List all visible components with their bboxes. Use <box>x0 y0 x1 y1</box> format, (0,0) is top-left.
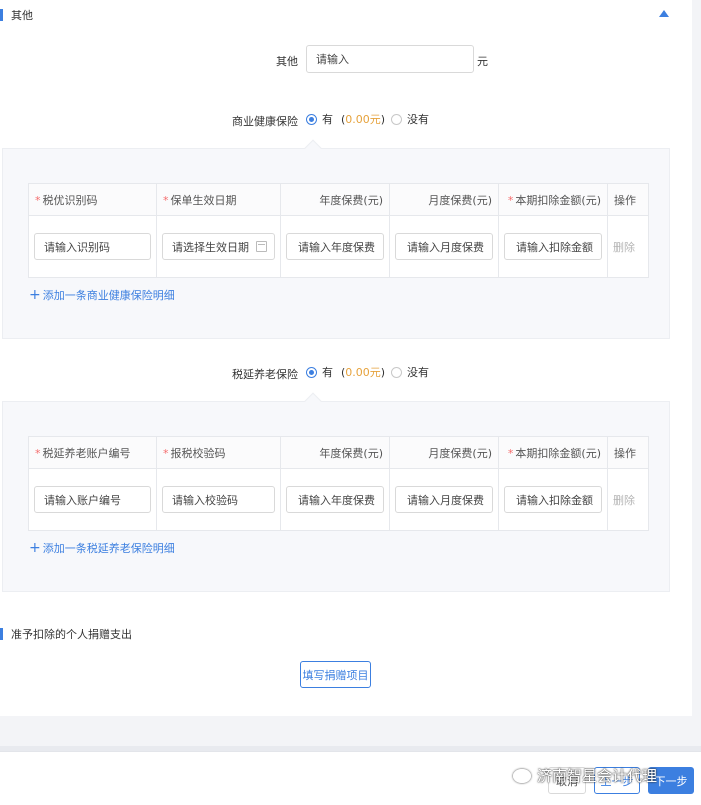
code-input[interactable]: 请输入识别码 <box>34 233 151 260</box>
annual-premium-input[interactable]: 请输入年度保费 <box>286 233 384 260</box>
deduct-amount-input[interactable]: 请输入扣除金额 <box>504 233 602 260</box>
plus-icon: + <box>29 540 41 556</box>
tax-pension-yes-radio[interactable]: 有 ( 0.00元 ) <box>306 364 385 380</box>
section-title-other: 其他 <box>0 7 33 23</box>
col-header-account: * 税延养老账户编号 <box>28 436 157 469</box>
other-input[interactable]: 请输入 <box>306 45 474 73</box>
col-header-date: * 保单生效日期 <box>156 183 281 216</box>
section-marker <box>0 628 3 640</box>
other-label: 其他 <box>276 55 298 68</box>
commercial-health-detail-box: * 税优识别码 * 保单生效日期 年度保费(元) 月度保费(元) * 本期扣除金额(元… <box>2 139 670 339</box>
monthly-premium-input[interactable]: 请输入月度保费 <box>395 233 493 260</box>
calendar-icon <box>256 241 267 252</box>
tax-pension-no-radio[interactable]: 没有 <box>391 364 429 380</box>
col-header-monthly: 月度保费(元) <box>389 183 499 216</box>
section-title-text: 其他 <box>11 9 33 22</box>
col-header-deduct: * 本期扣除金额(元) <box>498 183 608 216</box>
radio-checked-icon <box>306 113 317 125</box>
watermark: 济南智星会计代理 <box>513 765 657 786</box>
col-header-deduct: * 本期扣除金额(元) <box>498 436 608 469</box>
add-link-label: 添加一条税延养老保险明细 <box>42 542 175 555</box>
section-marker <box>0 9 3 21</box>
date-picker[interactable]: 请选择生效日期 <box>162 233 275 260</box>
tax-pension-amount: 0.00元 <box>345 366 381 379</box>
detail-caret <box>304 139 322 157</box>
table-row: 请输入账户编号 请输入校验码 请输入年度保费 请输入月度保费 请输入扣除金额 删… <box>28 468 649 531</box>
commercial-health-no-radio[interactable]: 没有 <box>391 111 429 127</box>
tax-pension-detail-box: * 税延养老账户编号 * 报税校验码 年度保费(元) 月度保费(元) * 本期扣除金额… <box>2 392 670 592</box>
collapse-up-icon[interactable] <box>659 10 669 17</box>
date-placeholder: 请选择生效日期 <box>172 240 249 254</box>
annual-premium-input[interactable]: 请输入年度保费 <box>286 486 384 513</box>
col-header-action: 操作 <box>607 436 649 469</box>
section-title-donation: 准予扣除的个人捐赠支出 <box>0 626 132 642</box>
detail-caret <box>304 392 322 410</box>
radio-unchecked-icon <box>391 366 402 378</box>
col-header-annual: 年度保费(元) <box>280 436 390 469</box>
form-panel: 其他 其他 请输入 元 商业健康保险 有 ( 0.00元 ) 没有 * 税优识别码… <box>0 0 692 716</box>
commercial-health-table: * 税优识别码 * 保单生效日期 年度保费(元) 月度保费(元) * 本期扣除金额(元… <box>28 183 649 278</box>
scrollbar-track[interactable] <box>692 0 701 716</box>
col-header-action: 操作 <box>607 183 649 216</box>
commercial-health-amount: 0.00元 <box>345 113 381 126</box>
radio-no-label: 没有 <box>407 366 429 379</box>
watermark-text: 济南智星会计代理 <box>537 767 658 785</box>
col-header-annual: 年度保费(元) <box>280 183 390 216</box>
table-header-row: * 税延养老账户编号 * 报税校验码 年度保费(元) 月度保费(元) * 本期扣除金额… <box>28 436 649 469</box>
radio-checked-icon <box>306 366 317 378</box>
radio-unchecked-icon <box>391 113 402 125</box>
commercial-health-label: 商业健康保险 <box>232 115 298 128</box>
wechat-icon <box>513 768 531 783</box>
check-code-input[interactable]: 请输入校验码 <box>162 486 275 513</box>
add-link-label: 添加一条商业健康保险明细 <box>42 289 175 302</box>
section-title-text: 准予扣除的个人捐赠支出 <box>11 628 132 641</box>
col-header-code: * 税优识别码 <box>28 183 157 216</box>
plus-icon: + <box>29 287 41 303</box>
delete-link[interactable]: 删除 <box>613 494 635 507</box>
amount-close: ) <box>380 365 386 379</box>
radio-no-label: 没有 <box>407 113 429 126</box>
radio-yes-label: 有 <box>322 366 333 379</box>
col-header-check-code: * 报税校验码 <box>156 436 281 469</box>
monthly-premium-input[interactable]: 请输入月度保费 <box>395 486 493 513</box>
delete-link[interactable]: 删除 <box>613 241 635 254</box>
fill-donation-button[interactable]: 填写捐赠项目 <box>300 661 371 688</box>
amount-close: ) <box>380 112 386 126</box>
tax-pension-table: * 税延养老账户编号 * 报税校验码 年度保费(元) 月度保费(元) * 本期扣除金额… <box>28 436 649 531</box>
table-row: 请输入识别码 请选择生效日期 请输入年度保费 请输入月度保费 请输入扣除金额 删… <box>28 215 649 278</box>
commercial-health-yes-radio[interactable]: 有 ( 0.00元 ) <box>306 111 385 127</box>
add-commercial-health-link[interactable]: + 添加一条商业健康保险明细 <box>29 287 175 303</box>
radio-yes-label: 有 <box>322 113 333 126</box>
add-tax-pension-link[interactable]: + 添加一条税延养老保险明细 <box>29 540 175 556</box>
tax-pension-label: 税延养老保险 <box>232 368 298 381</box>
account-input[interactable]: 请输入账户编号 <box>34 486 151 513</box>
table-header-row: * 税优识别码 * 保单生效日期 年度保费(元) 月度保费(元) * 本期扣除金额(元… <box>28 183 649 216</box>
deduct-amount-input[interactable]: 请输入扣除金额 <box>504 486 602 513</box>
other-unit: 元 <box>477 55 488 68</box>
col-header-monthly: 月度保费(元) <box>389 436 499 469</box>
